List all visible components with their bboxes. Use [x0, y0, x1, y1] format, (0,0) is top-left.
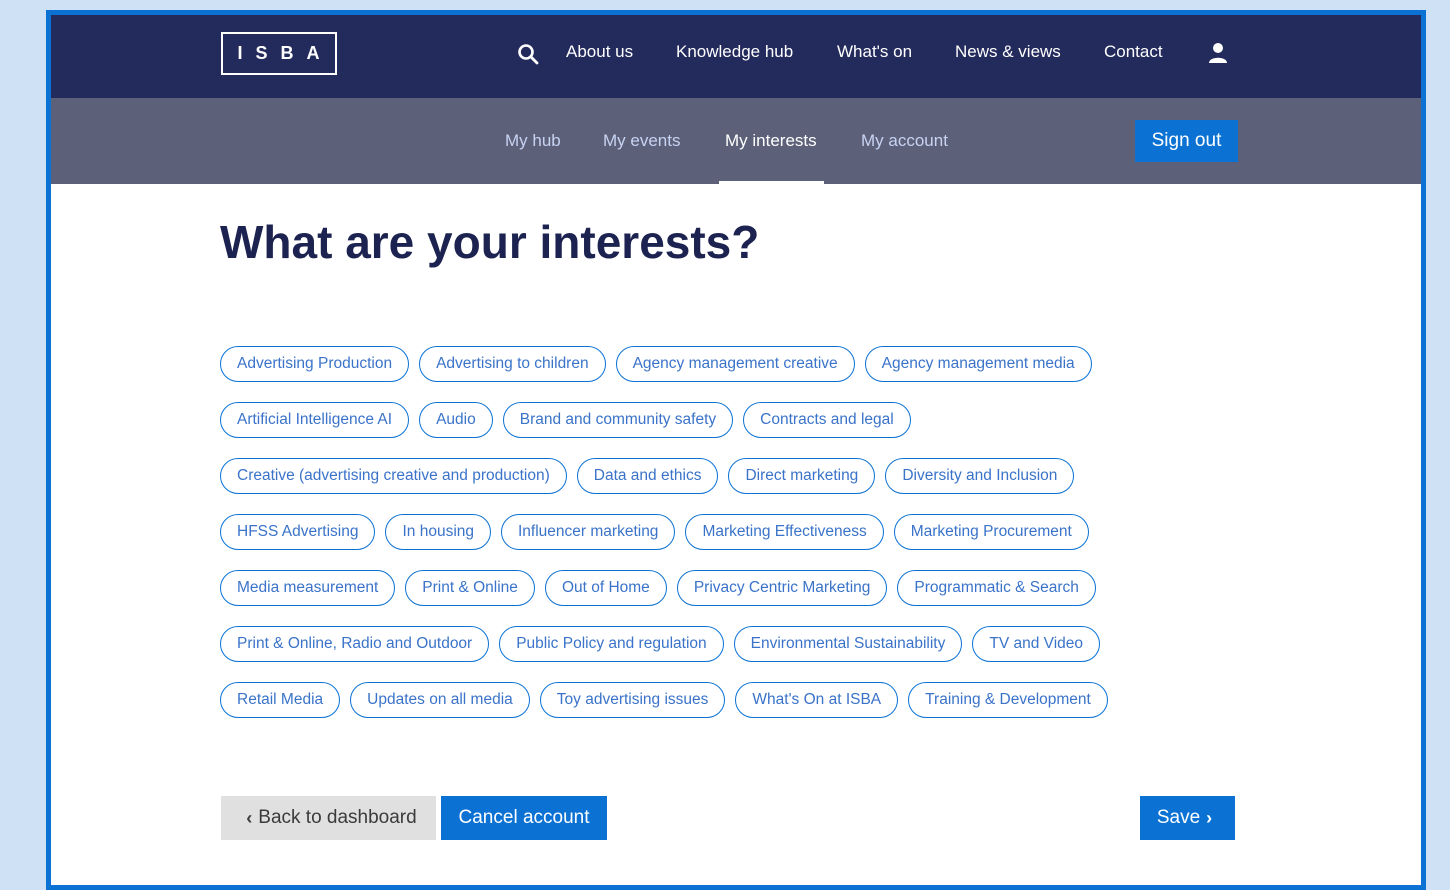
subnav-my-events[interactable]: My events: [603, 131, 680, 151]
interest-tag[interactable]: Media measurement: [220, 570, 396, 606]
interest-tag[interactable]: What's On at ISBA: [735, 682, 899, 718]
subnav-my-hub[interactable]: My hub: [505, 131, 561, 151]
save-button[interactable]: Save ›: [1140, 796, 1235, 840]
save-label: Save: [1156, 807, 1201, 828]
interest-tag[interactable]: Environmental Sustainability: [733, 626, 963, 662]
interest-tag[interactable]: Brand and community safety: [502, 402, 734, 438]
interest-tag[interactable]: Marketing Effectiveness: [685, 514, 884, 550]
interest-tag[interactable]: Marketing Procurement: [893, 514, 1089, 550]
nav-about-us[interactable]: About us: [566, 42, 633, 62]
interest-tag[interactable]: Out of Home: [544, 570, 667, 606]
nav-whats-on[interactable]: What's on: [837, 42, 912, 62]
interest-tag[interactable]: Contracts and legal: [743, 402, 911, 438]
interest-tag[interactable]: Print & Online, Radio and Outdoor: [220, 626, 490, 662]
interest-tag[interactable]: In housing: [385, 514, 491, 550]
cancel-account-button[interactable]: Cancel account: [441, 796, 607, 840]
nav-knowledge-hub[interactable]: Knowledge hub: [676, 42, 793, 62]
interest-tag[interactable]: Advertising Production: [220, 346, 410, 382]
interest-tag[interactable]: Direct marketing: [728, 458, 876, 494]
interest-tag[interactable]: Toy advertising issues: [539, 682, 726, 718]
page-title: What are your interests?: [220, 216, 760, 268]
interest-tag[interactable]: Public Policy and regulation: [499, 626, 724, 662]
nav-news-views[interactable]: News & views: [955, 42, 1061, 62]
interest-tag[interactable]: Programmatic & Search: [897, 570, 1096, 606]
interest-tag[interactable]: Updates on all media: [350, 682, 530, 718]
interest-tag[interactable]: TV and Video: [972, 626, 1101, 662]
interest-tag[interactable]: Privacy Centric Marketing: [676, 570, 888, 606]
interest-tag[interactable]: Agency management media: [864, 346, 1092, 382]
sign-out-button[interactable]: Sign out: [1135, 120, 1238, 162]
nav-contact[interactable]: Contact: [1104, 42, 1163, 62]
back-to-dashboard-button[interactable]: ‹ Back to dashboard: [221, 796, 436, 840]
account-subnav: My hub My events My interests My account…: [51, 98, 1421, 184]
browser-page: ISBA About us Knowledge hub What's on Ne…: [51, 15, 1421, 885]
interest-tag[interactable]: Data and ethics: [576, 458, 719, 494]
interest-tag[interactable]: Creative (advertising creative and produ…: [220, 458, 567, 494]
interest-tag[interactable]: Influencer marketing: [501, 514, 676, 550]
search-icon[interactable]: [517, 43, 539, 65]
user-icon[interactable]: [1206, 41, 1230, 65]
interest-tag[interactable]: HFSS Advertising: [220, 514, 376, 550]
interest-tag[interactable]: Advertising to children: [419, 346, 606, 382]
interest-tag[interactable]: Retail Media: [220, 682, 341, 718]
chevron-right-icon: ›: [1206, 807, 1213, 828]
active-tab-indicator: [719, 181, 824, 184]
interest-tag[interactable]: Audio: [419, 402, 493, 438]
interest-tag[interactable]: Agency management creative: [615, 346, 855, 382]
chevron-left-icon: ‹: [246, 807, 253, 828]
top-navigation: ISBA About us Knowledge hub What's on Ne…: [51, 15, 1421, 98]
interest-tag[interactable]: Training & Development: [908, 682, 1108, 718]
isba-logo[interactable]: ISBA: [221, 32, 337, 75]
back-label: Back to dashboard: [258, 807, 417, 828]
interest-tag[interactable]: Print & Online: [405, 570, 535, 606]
subnav-my-interests[interactable]: My interests: [725, 131, 817, 151]
interest-tags: Advertising Production Advertising to chi…: [220, 346, 1180, 718]
interest-tag[interactable]: Artificial Intelligence AI: [220, 402, 410, 438]
subnav-my-account[interactable]: My account: [861, 131, 948, 151]
interest-tag[interactable]: Diversity and Inclusion: [885, 458, 1075, 494]
